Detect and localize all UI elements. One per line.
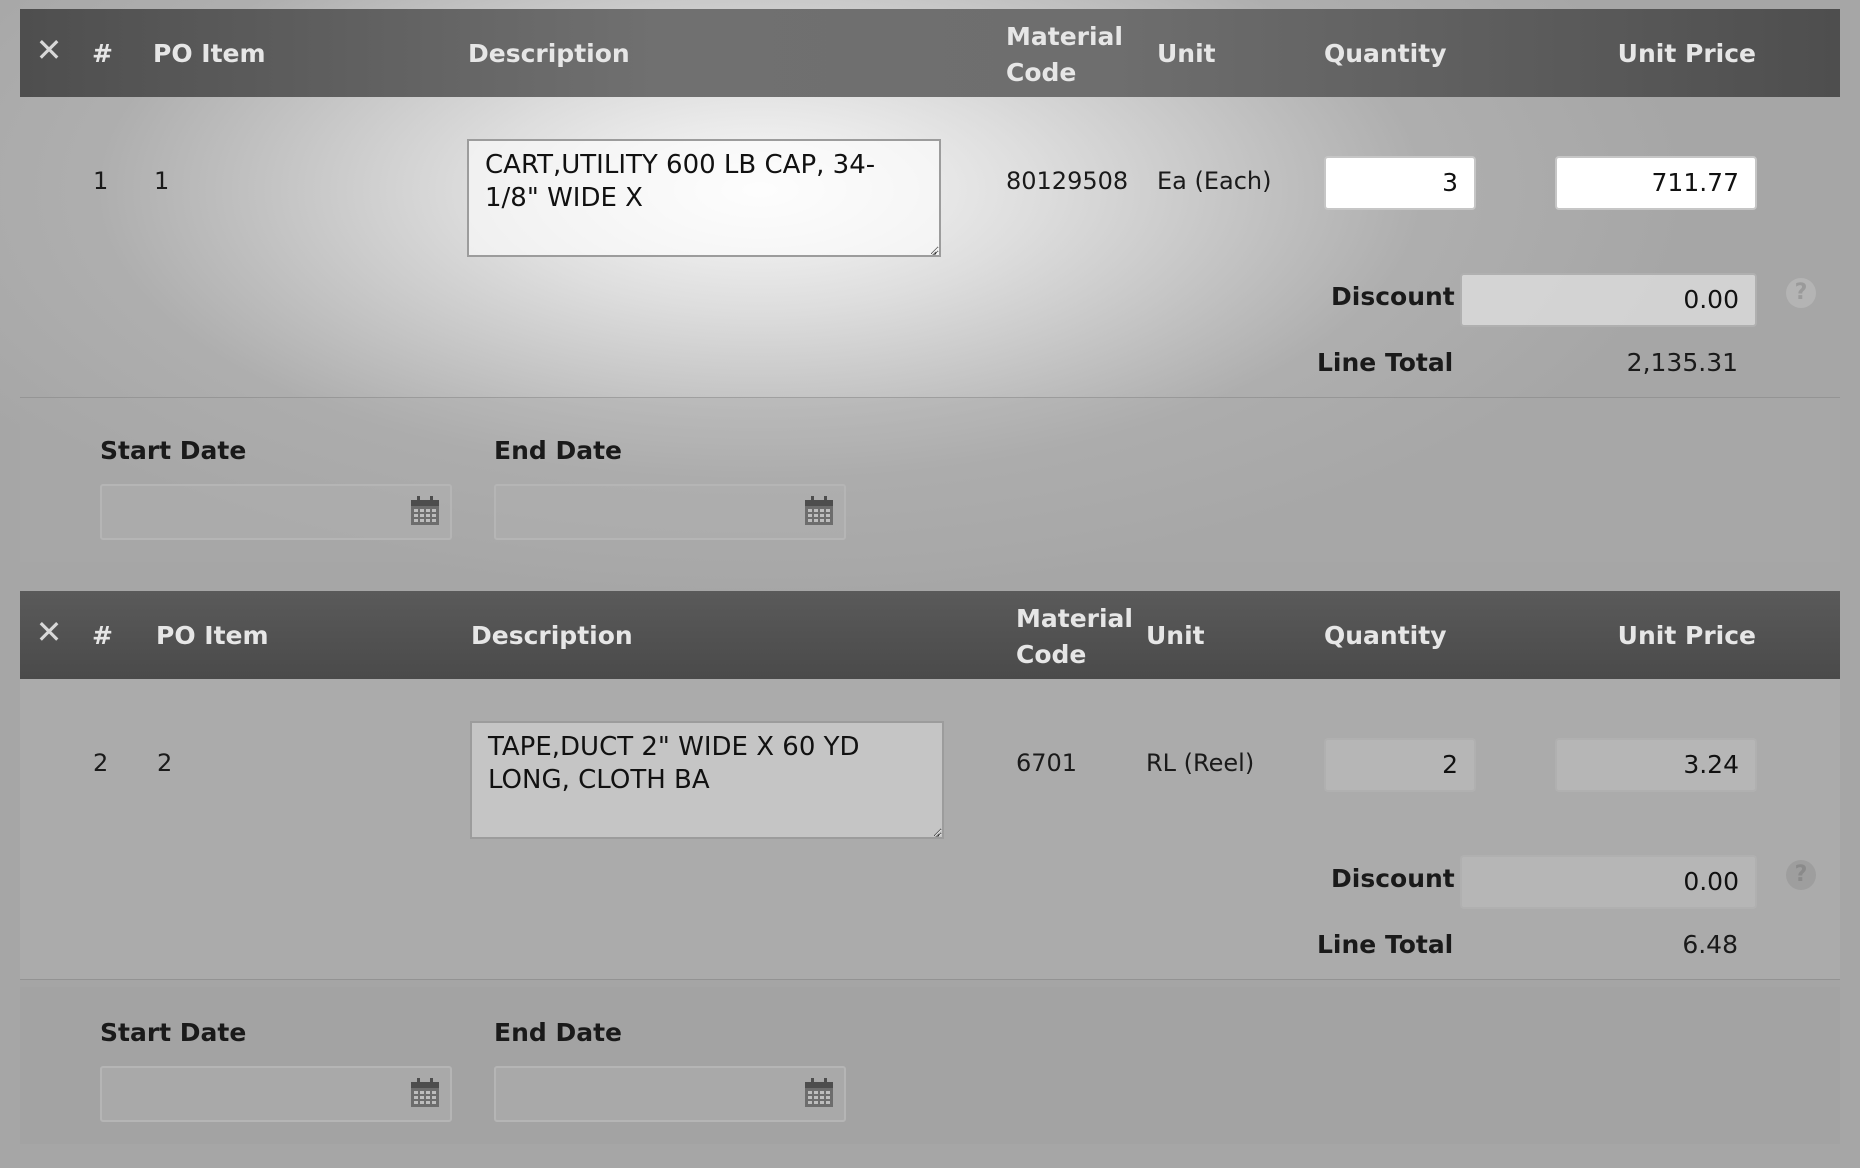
header-unit-price: Unit Price <box>1617 621 1756 650</box>
po-line-item-2: ✕ # PO Item Description Material Code Uni… <box>20 591 1840 1144</box>
po-line-item-1: ✕ # PO Item Description Material Code Uni… <box>20 9 1840 562</box>
po-item-value: 1 <box>154 167 170 195</box>
header-material-code: Material Code <box>1006 22 1123 87</box>
discount-input[interactable]: 0.00 <box>1460 855 1757 909</box>
unit-price-input[interactable]: 711.77 <box>1555 156 1757 210</box>
header-number: # <box>92 621 113 650</box>
header-quantity: Quantity <box>1324 621 1447 650</box>
discount-help-icon[interactable]: ? <box>1786 278 1816 308</box>
header-quantity: Quantity <box>1324 39 1447 68</box>
resize-grip-icon[interactable] <box>921 237 937 253</box>
line-total-value: 2,135.31 <box>1626 348 1738 377</box>
header-po-item: PO Item <box>153 39 266 68</box>
header-unit: Unit <box>1157 39 1216 68</box>
po-item-value: 2 <box>157 749 173 777</box>
discount-input[interactable]: 0.00 <box>1460 273 1757 327</box>
end-date-label: End Date <box>494 1018 623 1047</box>
calendar-icon[interactable] <box>410 1078 440 1108</box>
item-number: 2 <box>93 749 109 777</box>
line-item-header: ✕ # PO Item Description Material Code Uni… <box>20 9 1840 97</box>
material-code-value: 80129508 <box>1006 167 1129 195</box>
discount-help-icon[interactable]: ? <box>1786 860 1816 890</box>
calendar-icon[interactable] <box>804 1078 834 1108</box>
header-unit-price: Unit Price <box>1617 39 1756 68</box>
description-textarea[interactable]: CART,UTILITY 600 LB CAP, 34-1/8" WIDE X <box>467 139 941 257</box>
end-date-label: End Date <box>494 436 623 465</box>
start-date-label: Start Date <box>100 1018 247 1047</box>
date-section: Start Date End Date <box>20 397 1840 562</box>
description-textarea[interactable]: TAPE,DUCT 2" WIDE X 60 YD LONG, CLOTH BA <box>470 721 944 839</box>
calendar-icon[interactable] <box>804 496 834 526</box>
item-number: 1 <box>93 167 109 195</box>
header-po-item: PO Item <box>156 621 269 650</box>
line-item-header: ✕ # PO Item Description Material Code Uni… <box>20 591 1840 679</box>
line-total-label: Line Total <box>1317 348 1454 377</box>
remove-item-close-icon[interactable]: ✕ <box>34 616 64 648</box>
calendar-icon[interactable] <box>410 496 440 526</box>
line-total-label: Line Total <box>1317 930 1454 959</box>
line-total-value: 6.48 <box>1682 930 1738 959</box>
material-code-value: 6701 <box>1016 749 1078 777</box>
description-text: CART,UTILITY 600 LB CAP, 34-1/8" WIDE X <box>485 150 876 213</box>
end-date-input[interactable] <box>494 1066 846 1122</box>
unit-price-input[interactable]: 3.24 <box>1555 738 1757 792</box>
end-date-input[interactable] <box>494 484 846 540</box>
start-date-input[interactable] <box>100 484 452 540</box>
unit-value: Ea (Each) <box>1157 167 1272 195</box>
resize-grip-icon[interactable] <box>924 819 940 835</box>
unit-value: RL (Reel) <box>1146 749 1255 777</box>
start-date-label: Start Date <box>100 436 247 465</box>
header-number: # <box>92 39 113 68</box>
discount-label: Discount <box>1331 864 1455 893</box>
header-description: Description <box>471 621 633 650</box>
description-text: TAPE,DUCT 2" WIDE X 60 YD LONG, CLOTH BA <box>488 732 860 795</box>
start-date-input[interactable] <box>100 1066 452 1122</box>
remove-item-close-icon[interactable]: ✕ <box>34 34 64 66</box>
discount-label: Discount <box>1331 282 1455 311</box>
header-description: Description <box>468 39 630 68</box>
header-material-code: Material Code <box>1016 604 1133 669</box>
header-unit: Unit <box>1146 621 1205 650</box>
quantity-input[interactable]: 2 <box>1324 738 1476 792</box>
date-section: Start Date End Date <box>20 979 1840 1144</box>
quantity-input[interactable]: 3 <box>1324 156 1476 210</box>
